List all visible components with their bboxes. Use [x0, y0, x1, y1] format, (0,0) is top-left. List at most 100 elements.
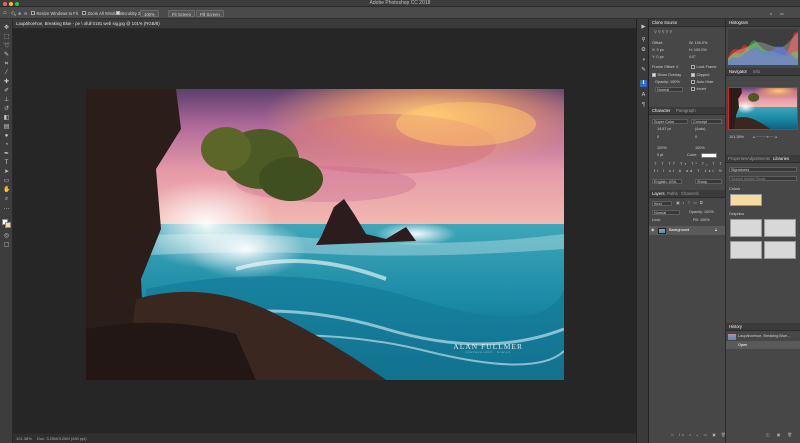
clone-angle-value[interactable]: 0.0°	[689, 55, 696, 60]
frame-offset[interactable]: Frame Offset: 0	[652, 65, 678, 70]
library-select[interactable]: Signatures	[729, 167, 797, 172]
blur-tool-icon[interactable]: ●	[3, 133, 10, 140]
anti-alias-select[interactable]: Sharp	[695, 179, 722, 184]
library-graphic-1[interactable]	[730, 219, 762, 237]
clone-x-value[interactable]: X: 0 px	[652, 48, 664, 53]
overlay-opacity[interactable]: Opacity: 100%	[655, 80, 680, 85]
clone-source-tab[interactable]: Clone Source	[652, 19, 677, 27]
language-select[interactable]: English: USA	[652, 179, 682, 184]
navigator-view-box[interactable]	[728, 87, 798, 130]
auto-hide-checkbox[interactable]: Auto Hide	[691, 79, 713, 85]
clipped-checkbox[interactable]: Clipped	[691, 72, 709, 78]
baseline-shift-value[interactable]: 0 pt	[657, 153, 663, 158]
clone-w-value[interactable]: W: 100.0%	[689, 41, 708, 46]
library-graphic-3[interactable]	[730, 241, 762, 259]
dodge-tool-icon[interactable]: ◔	[3, 142, 10, 149]
type-style-buttons[interactable]: T T TT Tт T¹ T₁ T T	[654, 162, 724, 167]
lasso-tool-icon[interactable]: ➰	[3, 43, 10, 50]
move-tool-icon[interactable]: ✥	[3, 25, 10, 32]
clone-source-icon[interactable]: ⚲	[640, 37, 647, 44]
clone-y-value[interactable]: Y: 0 px	[652, 55, 664, 60]
overlay-blend-select[interactable]: Normal	[655, 87, 683, 92]
navigator-tab[interactable]: Navigator	[729, 68, 747, 76]
resize-windows-checkbox[interactable]: Resize Windows to Fit	[31, 10, 78, 17]
document-tab[interactable]: Laupāhoehoe, Breaking Blue - pe \ ofull …	[13, 19, 636, 29]
history-actions[interactable]: ◫ ▣ 🗑︎	[766, 433, 795, 438]
more-tools-icon[interactable]: …	[3, 205, 10, 212]
clone-source-icons[interactable]: ⚲ ⚲ ⚲ ⚲ ⚲	[654, 30, 672, 35]
marquee-tool-icon[interactable]: ⬚	[3, 34, 10, 41]
invert-checkbox[interactable]: Invert	[691, 86, 706, 92]
clone-stamp-tool-icon[interactable]: ⊥	[3, 97, 10, 104]
eyedropper-tool-icon[interactable]: ⁄	[3, 70, 10, 77]
properties-tab[interactable]: Properties	[728, 155, 747, 163]
clone-h-value[interactable]: H: 100.0%	[689, 48, 707, 53]
histogram-tab[interactable]: Histogram	[729, 19, 748, 27]
layer-blend-select[interactable]: Normal	[652, 210, 680, 215]
font-family-select[interactable]: Super Color	[652, 119, 688, 124]
layer-opacity[interactable]: Opacity: 100%	[689, 210, 714, 215]
adjustments-tab[interactable]: Adjustments	[747, 155, 770, 163]
quick-mask-icon[interactable]: ◎	[3, 233, 10, 240]
history-snapshot[interactable]: Laupāhoehoe, Breaking Blue...	[726, 332, 800, 341]
adjust-icon[interactable]: ◑	[640, 57, 647, 64]
layer-actions[interactable]: ∞ fx ◑ ◒ ▭ ▣ 🗑︎	[671, 433, 728, 438]
zoom-tool-icon[interactable]: 🔍︎	[11, 10, 16, 17]
document-size[interactable]: Doc: 3.25M/3.25M (280 ppi)	[37, 434, 87, 443]
search-icon[interactable]: ⌕	[770, 10, 772, 17]
navigator-zoom-value[interactable]: 101.38%	[729, 135, 744, 140]
character-tab[interactable]: Character	[652, 107, 670, 115]
fit-screen-button[interactable]: Fit Screen	[168, 9, 196, 17]
info-icon[interactable]: ℹ	[640, 80, 647, 87]
paragraph-tab[interactable]: Paragraph	[676, 107, 696, 115]
settings-icon[interactable]: ⚙	[640, 47, 647, 54]
play-icon[interactable]: ▶	[640, 24, 647, 31]
zoom-100-button[interactable]: 100%	[140, 9, 159, 17]
shape-tool-icon[interactable]: ▭	[3, 178, 10, 185]
leading-value[interactable]: (Auto)	[695, 127, 705, 132]
zoom-tool-icon[interactable]: ⌕	[3, 196, 10, 203]
zoom-level[interactable]: 101.38%	[16, 434, 32, 443]
eraser-tool-icon[interactable]: ◧	[3, 115, 10, 122]
hand-tool-icon[interactable]: ✋	[3, 187, 10, 194]
brush-tool-icon[interactable]: ✐	[3, 88, 10, 95]
path-select-tool-icon[interactable]: ➤	[3, 169, 10, 176]
history-brush-tool-icon[interactable]: ↺	[3, 106, 10, 113]
navigator-thumbnail[interactable]	[728, 87, 798, 130]
libraries-tab[interactable]: Libraries	[773, 155, 789, 163]
quick-select-tool-icon[interactable]: ✎	[3, 52, 10, 59]
lock-frame-checkbox[interactable]: Lock Frame	[691, 64, 717, 70]
tracking-value[interactable]: 0	[695, 135, 697, 140]
screen-mode-icon[interactable]: ▢	[3, 242, 10, 249]
paragraph-icon[interactable]: ¶	[640, 102, 647, 109]
zoom-out-icon[interactable]: ⊖	[24, 10, 28, 17]
library-graphic-2[interactable]	[764, 219, 796, 237]
brush-presets-icon[interactable]: ✎	[640, 67, 647, 74]
kerning-value[interactable]: 0	[657, 135, 659, 140]
visibility-eye-icon[interactable]: ◉	[651, 228, 654, 233]
crop-tool-icon[interactable]: ⌗	[3, 61, 10, 68]
zoom-in-icon[interactable]: ⊕	[18, 10, 22, 17]
history-state[interactable]: Open	[726, 341, 800, 349]
layers-tab[interactable]: Layers	[652, 190, 665, 198]
layer-name[interactable]: Background	[669, 228, 689, 233]
layer-filter-select[interactable]: Kind	[652, 201, 672, 206]
gradient-tool-icon[interactable]: ▤	[3, 124, 10, 131]
layer-fill[interactable]: Fill: 100%	[693, 218, 710, 223]
type-tool-icon[interactable]: T	[3, 160, 10, 167]
layer-row[interactable]: ◉ Background 🔒︎	[649, 226, 725, 235]
horizontal-scale-value[interactable]: 100%	[695, 146, 705, 151]
show-overlay-checkbox[interactable]: Show Overlay	[652, 72, 681, 78]
opentype-buttons[interactable]: fi ſ st A ad T 1st ½	[654, 169, 724, 174]
text-color-swatch[interactable]	[701, 153, 717, 158]
background-color-swatch[interactable]	[5, 222, 11, 228]
character-icon[interactable]: A	[640, 92, 647, 99]
vertical-scale-value[interactable]: 100%	[657, 146, 667, 151]
paths-tab[interactable]: Paths	[667, 190, 678, 198]
history-tab[interactable]: History	[729, 323, 742, 331]
stock-search-input[interactable]: Search Adobe Stock	[729, 176, 797, 181]
home-icon[interactable]: ⌂	[3, 10, 7, 17]
fill-screen-button[interactable]: Fill Screen	[196, 9, 224, 17]
graphics-group-label[interactable]: Graphics	[729, 212, 744, 217]
pen-tool-icon[interactable]: ✒	[3, 151, 10, 158]
